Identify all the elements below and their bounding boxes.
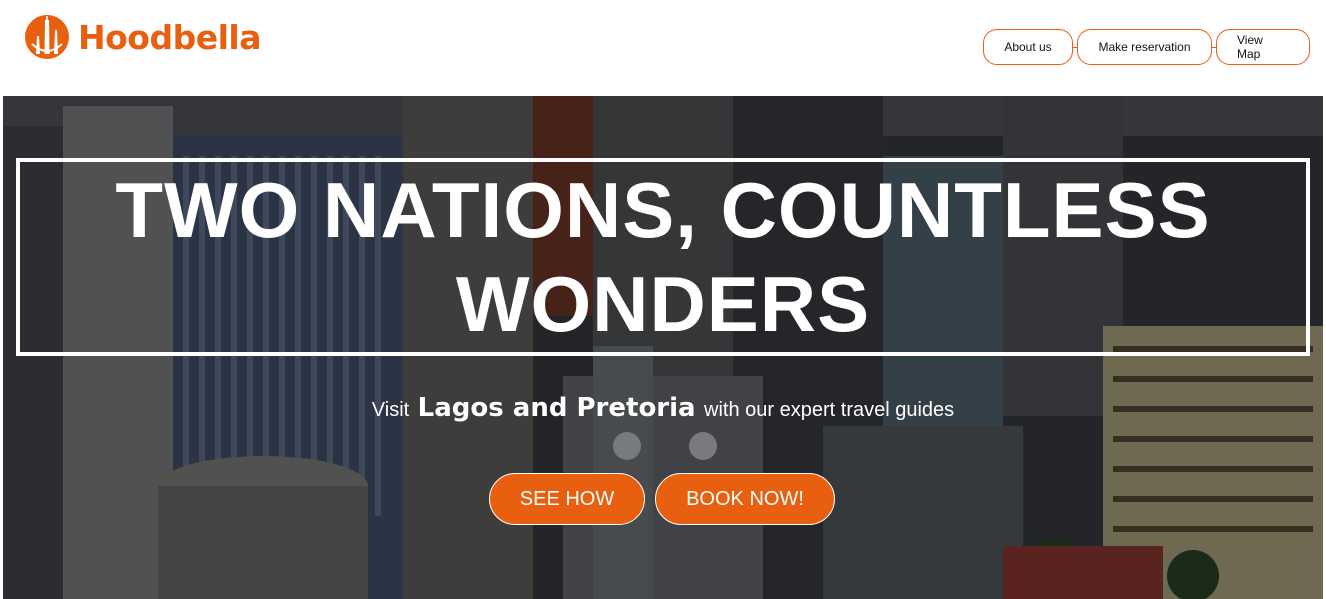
tower-skyline-icon: [25, 15, 69, 59]
headline-line-1: TWO NATIONS, COUNTLESS: [115, 166, 1211, 254]
brand-logo[interactable]: Hoodbella: [24, 14, 261, 60]
tagline-cities: Lagos and Pretoria: [417, 393, 696, 423]
headline-line-2: WONDERS: [455, 260, 871, 348]
brand-name: Hoodbella: [78, 17, 261, 57]
tagline-suffix: with our expert travel guides: [704, 399, 955, 421]
headline-frame: TWO NATIONS, COUNTLESS WONDERS: [16, 158, 1310, 356]
hero-tagline: Visit Lagos and Pretoria with our expert…: [3, 393, 1323, 423]
hero-headline: TWO NATIONS, COUNTLESS WONDERS: [115, 163, 1210, 351]
nav-make-reservation-button[interactable]: Make reservation: [1077, 29, 1212, 65]
site-header: Hoodbella About us Make reservation View…: [0, 0, 1326, 96]
nav-about-us-button[interactable]: About us: [983, 29, 1073, 65]
book-now-button[interactable]: BOOK NOW!: [655, 473, 835, 525]
hero-section: TWO NATIONS, COUNTLESS WONDERS Visit Lag…: [3, 96, 1323, 599]
tagline-prefix: Visit: [371, 399, 410, 421]
top-nav: About us Make reservation View Map: [983, 29, 1310, 65]
hero-cta-group: SEE HOW BOOK NOW!: [489, 473, 835, 525]
nav-view-map-button[interactable]: View Map: [1216, 29, 1310, 65]
see-how-button[interactable]: SEE HOW: [489, 473, 645, 525]
